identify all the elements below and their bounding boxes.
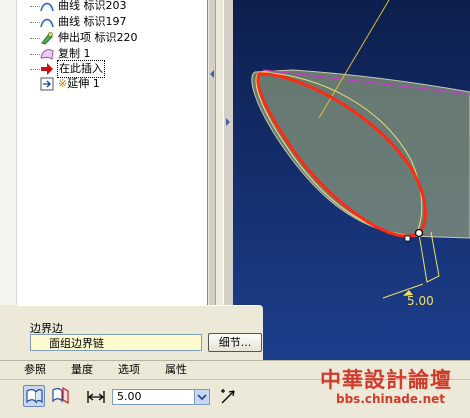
- panel-splitter[interactable]: [208, 0, 233, 305]
- flip-direction-button[interactable]: [218, 387, 238, 407]
- extend-feature-icon: [40, 77, 54, 91]
- dropdown-button[interactable]: [194, 390, 209, 404]
- watermark-title: 中華設計論壇: [320, 367, 452, 392]
- tree-item-label: 伸出项 标识220: [58, 31, 138, 44]
- distance-combobox[interactable]: 5.00: [112, 389, 210, 405]
- copy-surface-icon: [40, 49, 54, 60]
- distance-value: 5.00: [117, 390, 142, 403]
- tree-connector: [30, 54, 40, 56]
- tree-connector: [30, 22, 40, 24]
- tree-item-label: 在此插入: [57, 60, 105, 78]
- dimension-value[interactable]: 5.00: [407, 294, 434, 308]
- chevron-down-icon: [197, 394, 207, 401]
- tree-item-label: 曲线 标识203: [58, 0, 127, 12]
- tab-options[interactable]: 选项: [118, 362, 140, 378]
- curve-icon: [40, 2, 54, 12]
- model-tree: 曲线 标识203 曲线 标识197 伸出项 标识220 复制 1 在此插入 ※延…: [0, 0, 208, 305]
- tree-connector: [30, 38, 40, 40]
- tree-item-label: 曲线 标识197: [58, 15, 127, 28]
- drag-handle-circle[interactable]: [414, 228, 424, 238]
- tab-properties[interactable]: 属性: [165, 362, 187, 378]
- to-plane-button[interactable]: [50, 385, 72, 407]
- to-plane-icon: [52, 386, 69, 405]
- details-button[interactable]: 细节...: [208, 333, 262, 352]
- curve-icon: [40, 18, 54, 28]
- distance-icon: [87, 391, 105, 403]
- boundary-chain-value: 面组边界链: [49, 337, 104, 350]
- tree-item-text: 延伸 1: [67, 77, 100, 90]
- watermark-url: bbs.chinade.net: [336, 392, 445, 406]
- protrusion-icon: [41, 32, 53, 45]
- tree-gutter: [0, 0, 17, 305]
- new-feature-marker-icon: ※: [58, 77, 68, 90]
- boundary-edge-panel: 边界边 面组边界链 细节...: [16, 305, 263, 361]
- tree-item-label: 复制 1: [58, 47, 91, 60]
- splitter-bar-right[interactable]: [223, 0, 233, 305]
- drag-handle-square[interactable]: [404, 235, 411, 242]
- same-surface-icon: [26, 389, 43, 404]
- boundary-chain-collector[interactable]: 面组边界链: [30, 334, 202, 351]
- expand-arrow-icon[interactable]: [225, 118, 231, 126]
- tree-connector: [30, 69, 40, 71]
- tab-measures[interactable]: 量度: [71, 362, 93, 378]
- tree-connector: [30, 6, 40, 8]
- collapse-arrow-icon[interactable]: [209, 70, 215, 78]
- same-surface-button[interactable]: [23, 385, 45, 407]
- tree-item-label: ※延伸 1: [58, 76, 100, 92]
- extended-surface[interactable]: [251, 69, 470, 239]
- model-geometry[interactable]: 5.00: [233, 0, 470, 360]
- splitter-bar-left[interactable]: [209, 0, 216, 305]
- graphics-viewport[interactable]: 5.00: [233, 0, 470, 360]
- dimension-leader: [418, 231, 440, 283]
- forum-watermark-logo: 中華設計論壇 bbs.chinade.net: [300, 362, 468, 416]
- tab-references[interactable]: 参照: [24, 362, 46, 378]
- insert-here-arrow-icon: [41, 63, 53, 75]
